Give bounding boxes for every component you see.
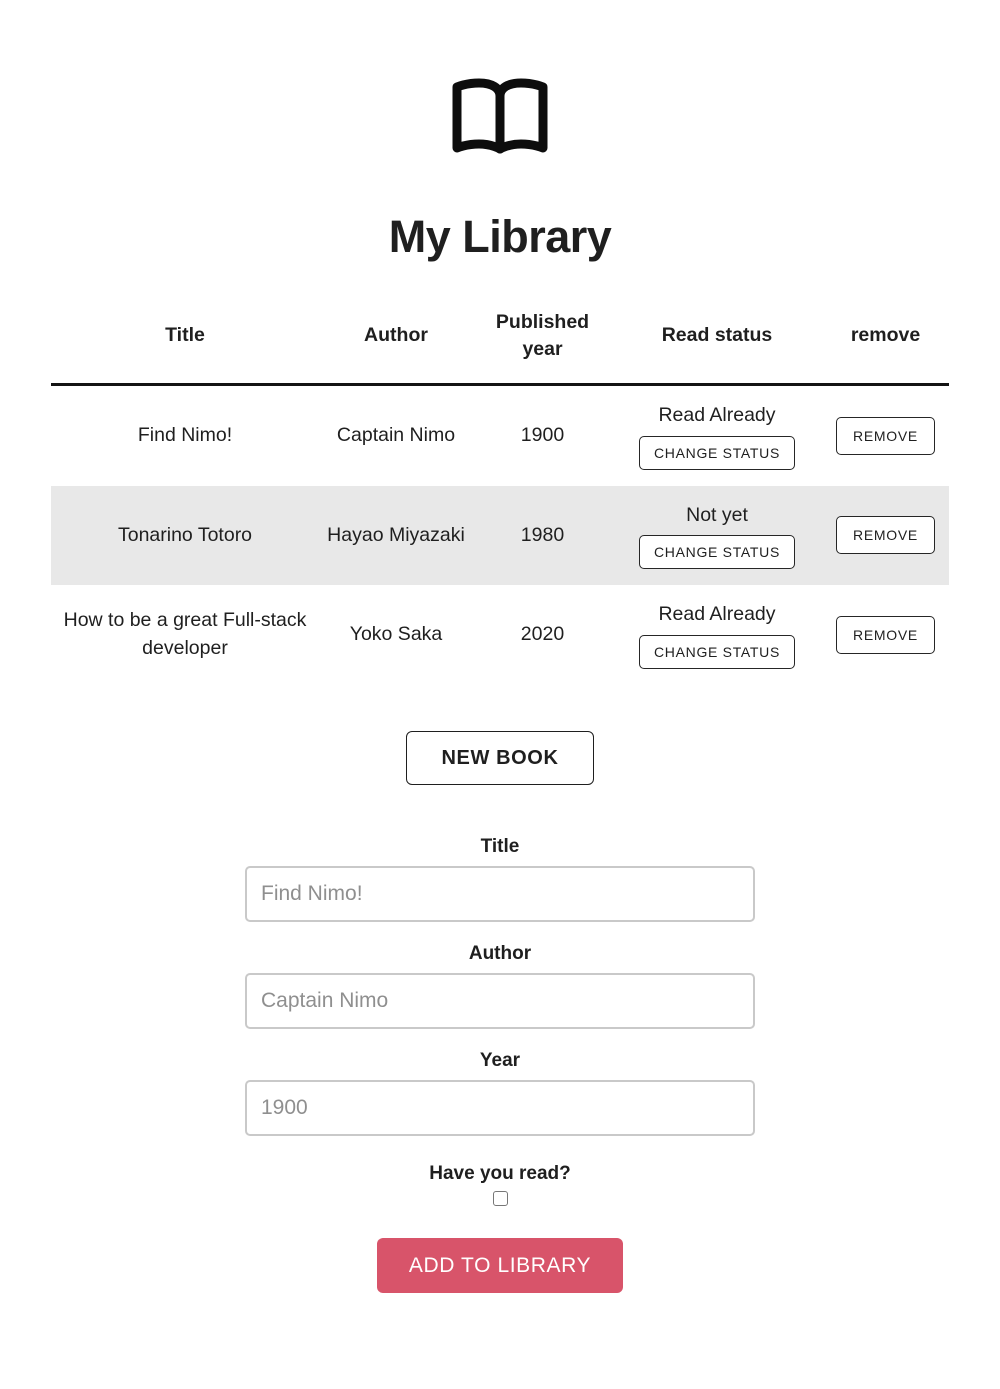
table-header: Title Author Published year Read status … — [51, 301, 949, 386]
column-header-remove: remove — [822, 301, 949, 386]
cell-author: Hayao Miyazaki — [319, 485, 473, 586]
table-header-row: Title Author Published year Read status … — [51, 301, 949, 386]
field-author: Author — [245, 944, 755, 1029]
change-status-button[interactable]: CHANGE STATUS — [638, 435, 796, 470]
cell-year: 1900 — [520, 423, 565, 446]
cell-read-status: Not yet CHANGE STATUS — [612, 485, 822, 586]
title-label: Title — [480, 835, 520, 857]
submit-container: ADD TO LIBRARY — [245, 1237, 755, 1293]
cell-year: 2020 — [520, 623, 565, 646]
cell-author: Yoko Saka — [349, 623, 443, 646]
table-row: How to be a great Full-stack developer Y… — [51, 585, 949, 685]
column-header-title: Title — [51, 301, 319, 386]
new-book-button[interactable]: NEW BOOK — [406, 730, 594, 785]
open-book-icon — [452, 78, 548, 154]
add-book-form: Title Author Year Have you read? ADD TO … — [245, 837, 755, 1293]
cell-title: Tonarino Totoro — [51, 485, 319, 586]
remove-button[interactable]: REMOVE — [836, 516, 935, 555]
remove-button[interactable]: REMOVE — [836, 416, 935, 455]
field-have-you-read: Have you read? — [245, 1164, 755, 1208]
have-you-read-label: Have you read? — [429, 1162, 571, 1184]
year-input[interactable] — [245, 1079, 755, 1136]
table-body: Find Nimo! Captain Nimo 1900 Read Alread… — [51, 384, 949, 685]
table-row: Find Nimo! Captain Nimo 1900 Read Alread… — [51, 384, 949, 485]
status-text: Not yet — [686, 503, 748, 526]
app-root: My Library Title Author Published year R… — [0, 0, 1000, 1389]
field-year: Year — [245, 1051, 755, 1136]
remove-button[interactable]: REMOVE — [836, 616, 935, 655]
status-text: Read Already — [658, 603, 776, 626]
field-title: Title — [245, 837, 755, 922]
page-header: My Library — [0, 0, 1000, 259]
cell-author: Captain Nimo — [336, 423, 456, 446]
add-to-library-button[interactable]: ADD TO LIBRARY — [376, 1237, 624, 1293]
page-title: My Library — [388, 211, 612, 262]
column-header-status: Read status — [612, 301, 822, 386]
new-book-container: NEW BOOK — [0, 730, 1000, 785]
author-label: Author — [468, 942, 532, 964]
change-status-button[interactable]: CHANGE STATUS — [638, 634, 796, 669]
title-input[interactable] — [245, 865, 755, 922]
cell-title: How to be a great Full-stack developer — [63, 609, 307, 660]
library-table-container: Title Author Published year Read status … — [51, 301, 949, 685]
cell-title: Find Nimo! — [137, 423, 233, 446]
cell-remove: REMOVE — [822, 485, 949, 586]
status-text: Read Already — [658, 403, 776, 426]
change-status-button[interactable]: CHANGE STATUS — [638, 535, 796, 570]
column-header-year: Published year — [473, 301, 612, 386]
cell-read-status: Read Already CHANGE STATUS — [612, 585, 822, 685]
column-header-author: Author — [319, 301, 473, 386]
year-label: Year — [479, 1049, 521, 1071]
cell-read-status: Read Already CHANGE STATUS — [612, 384, 822, 485]
cell-remove: REMOVE — [822, 585, 949, 685]
table-row: Tonarino Totoro Hayao Miyazaki 1980 Not … — [51, 485, 949, 586]
cell-year: 1980 — [473, 485, 612, 586]
cell-remove: REMOVE — [822, 384, 949, 485]
library-table: Title Author Published year Read status … — [51, 301, 949, 685]
author-input[interactable] — [245, 972, 755, 1029]
have-you-read-checkbox[interactable] — [492, 1191, 508, 1207]
